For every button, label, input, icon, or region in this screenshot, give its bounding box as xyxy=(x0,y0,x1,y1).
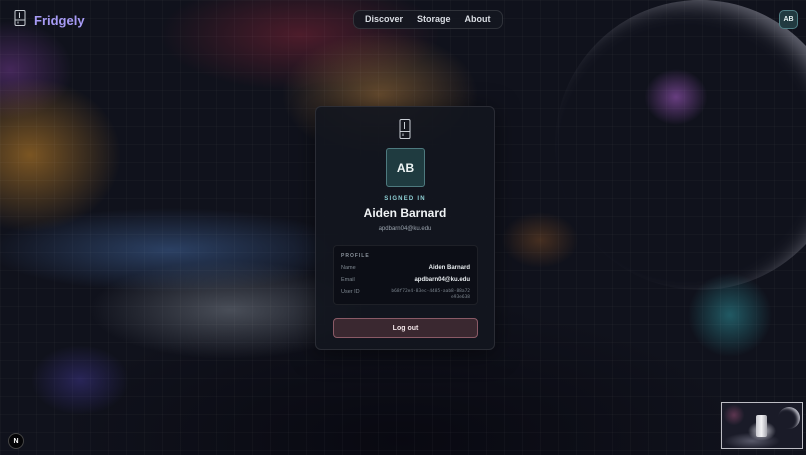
profile-value: Aiden Barnard xyxy=(428,265,470,271)
main-nav: Discover Storage About xyxy=(353,10,503,29)
profile-row-name: Name Aiden Barnard xyxy=(341,265,470,271)
profile-label: Email xyxy=(341,277,355,283)
thumbnail-fridge xyxy=(756,415,767,437)
status-label: SIGNED IN xyxy=(384,196,426,202)
profile-row-email: Email apdbarn04@ku.edu xyxy=(341,277,470,283)
fridge-icon xyxy=(399,119,411,144)
dev-tools-badge[interactable]: N xyxy=(8,433,24,449)
profile-label: Name xyxy=(341,265,356,271)
profile-value: b68f72e4-83ec-4485-aab8-88a72e93e638 xyxy=(391,289,470,300)
preview-thumbnail[interactable] xyxy=(721,402,803,449)
nav-storage[interactable]: Storage xyxy=(410,11,458,28)
brand[interactable]: Fridgely xyxy=(14,10,85,31)
user-email: apdbarn04@ku.edu xyxy=(378,226,432,232)
profile-card: AB SIGNED IN Aiden Barnard apdbarn04@ku.… xyxy=(315,106,495,350)
nav-discover[interactable]: Discover xyxy=(358,11,410,28)
profile-value: apdbarn04@ku.edu xyxy=(414,277,470,283)
profile-details: PROFILE Name Aiden Barnard Email apdbarn… xyxy=(333,245,478,305)
profile-label: User ID xyxy=(341,289,360,295)
user-menu-button[interactable]: AB xyxy=(779,10,798,29)
nav-about[interactable]: About xyxy=(458,11,498,28)
user-name: Aiden Barnard xyxy=(363,206,447,220)
brand-name: Fridgely xyxy=(34,13,85,28)
fridge-icon xyxy=(14,10,26,31)
avatar: AB xyxy=(386,148,425,187)
thumbnail-moon xyxy=(778,407,800,429)
logout-button[interactable]: Log out xyxy=(333,318,478,338)
profile-title: PROFILE xyxy=(341,253,370,259)
profile-row-user-id: User ID b68f72e4-83ec-4485-aab8-88a72e93… xyxy=(341,289,470,301)
